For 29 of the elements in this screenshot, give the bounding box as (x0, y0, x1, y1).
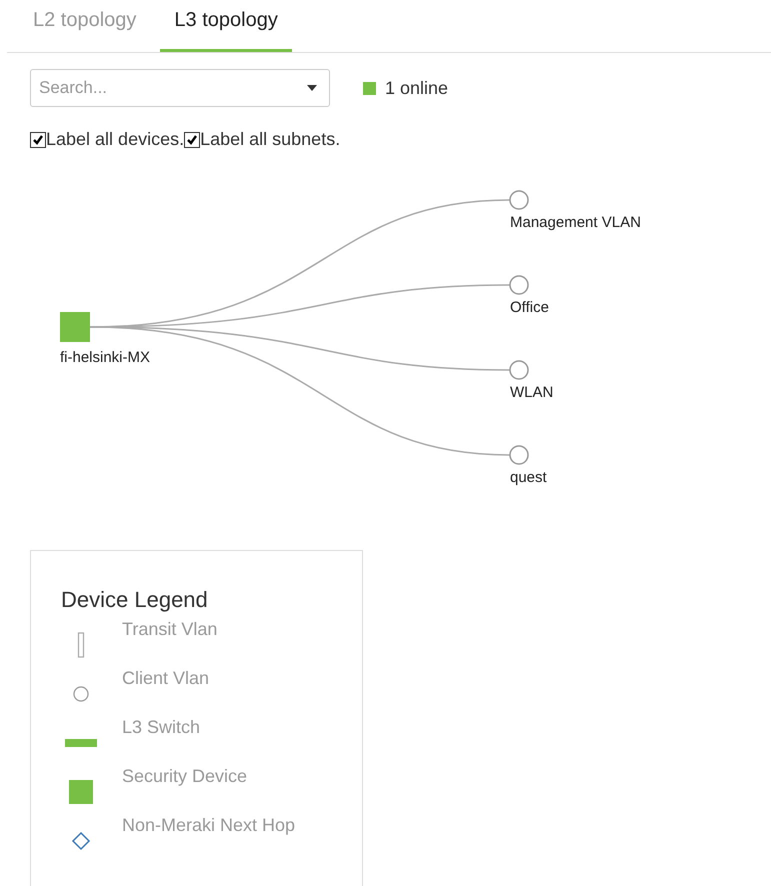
legend-label: Transit Vlan (122, 619, 218, 640)
caret-icon (307, 85, 317, 91)
diamond-icon (72, 832, 90, 850)
square-icon (69, 780, 93, 804)
subnet-label: Office (510, 299, 549, 316)
subnet-node[interactable] (509, 360, 529, 380)
circle-icon (73, 686, 89, 702)
subnet-label: Management VLAN (510, 214, 641, 231)
checkbox[interactable] (30, 132, 46, 148)
online-count: 1 online (385, 78, 448, 98)
checkbox-label[interactable]: Label all subnets. (200, 129, 340, 150)
legend-label: L3 Switch (122, 717, 200, 738)
legend-title: Device Legend (61, 587, 209, 613)
subnet-label: WLAN (510, 384, 554, 401)
legend-label: Client Vlan (122, 668, 210, 689)
legend-label: Non-Meraki Next Hop (122, 815, 296, 836)
device-node[interactable] (60, 312, 90, 342)
device-label: fi-helsinki-MX (60, 349, 150, 366)
subnet-label: quest (510, 469, 547, 486)
tab[interactable]: L3 topology (160, 0, 292, 52)
checkbox-label[interactable]: Label all devices. (46, 129, 184, 150)
bar-icon (78, 632, 84, 658)
subnet-node[interactable] (509, 445, 529, 465)
legend-label: Security Device (122, 766, 248, 787)
checkbox[interactable] (184, 132, 200, 148)
search-field[interactable]: Search... (30, 69, 330, 107)
bar-icon (65, 739, 97, 747)
subnet-node[interactable] (509, 190, 529, 210)
subnet-node[interactable] (509, 275, 529, 295)
